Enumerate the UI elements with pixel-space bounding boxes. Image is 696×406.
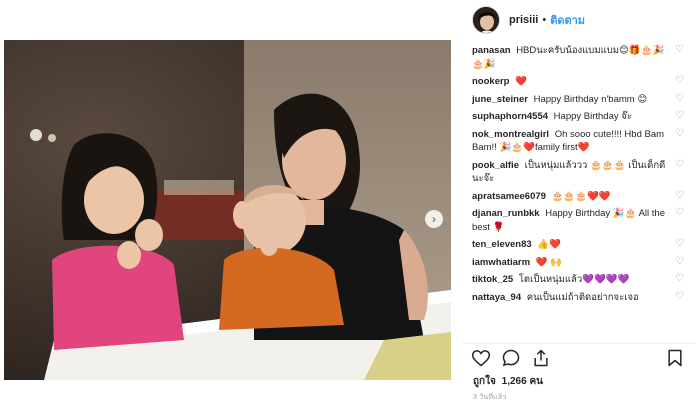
comment-item: nookerp ❤️ ♡	[472, 75, 686, 89]
comment-author[interactable]: apratsamee6079	[472, 191, 546, 202]
small-heart-icon[interactable]: ♡	[675, 93, 684, 104]
comment-item: june_steiner Happy Birthday n'bamm 😊 ♡	[472, 93, 686, 107]
comments-list[interactable]: panasan HBDนะครับน้องแบมแบม😊🎁🎂🎉🎂🎉 ♡ nook…	[472, 44, 686, 340]
comment-text: 👍❤️	[537, 239, 561, 250]
small-heart-icon[interactable]: ♡	[675, 111, 684, 121]
comment-author[interactable]: iamwhatiarm	[472, 257, 530, 268]
divider	[462, 343, 696, 344]
comment-author[interactable]: tiktok_25	[472, 274, 513, 285]
comment-text: โตเป็นหนุ่มแล้ว💜💜💜💜	[518, 274, 630, 285]
share-icon[interactable]	[530, 347, 552, 369]
avatar[interactable]	[472, 6, 500, 34]
comment-author[interactable]: nookerp	[472, 76, 509, 87]
photo-image	[4, 40, 451, 380]
comment-author[interactable]: june_steiner	[472, 94, 528, 105]
post-username[interactable]: prisiii	[509, 14, 538, 26]
small-heart-icon[interactable]: ♡	[675, 190, 684, 201]
comment-author[interactable]: djanan_runbkk	[472, 208, 540, 219]
likes-unit: คน	[529, 376, 543, 387]
comment-author[interactable]: ten_eleven83	[472, 239, 532, 250]
comment-text: Happy Birthday จ๊ะ	[553, 111, 632, 122]
comment-item: djanan_runbkk Happy Birthday 🎉🎂 All the …	[472, 207, 686, 234]
comment-text: ❤️	[515, 76, 527, 87]
small-heart-icon[interactable]: ♡	[675, 256, 684, 267]
header-separator: •	[542, 14, 547, 26]
small-heart-icon[interactable]: ♡	[675, 291, 684, 302]
comment-author[interactable]: panasan	[472, 45, 511, 56]
likes-label: ถูกใจ	[473, 376, 496, 387]
comment-text: 🎂🎂🎂❤️❤️	[551, 190, 611, 202]
comment-item: iamwhatiarm ❤️ 🙌 ♡	[472, 256, 686, 270]
small-heart-icon[interactable]: ♡	[675, 239, 684, 249]
small-heart-icon[interactable]: ♡	[675, 76, 684, 86]
comment-author[interactable]: nattaya_94	[472, 292, 521, 303]
next-photo-button[interactable]: ›	[425, 210, 443, 228]
small-heart-icon[interactable]: ♡	[675, 208, 684, 218]
post-photo[interactable]: ›	[4, 40, 451, 380]
avatar-image	[473, 7, 499, 33]
likes-summary[interactable]: ถูกใจ 1,266 คน	[473, 374, 543, 389]
follow-button[interactable]: ติดตาม	[550, 11, 585, 29]
comment-text: คนเป็นแม่ถ้าติดอย่ากจะเจอ	[526, 291, 639, 303]
comment-item: pook_alfie เป็นหนุ่มแล้ววว 🎂🎂🎂 เป็นเด็กด…	[472, 159, 686, 186]
comment-text: ❤️ 🙌	[535, 256, 563, 268]
speech-bubble-icon[interactable]	[500, 347, 522, 369]
small-heart-icon[interactable]: ♡	[675, 128, 684, 139]
comment-text: Happy Birthday n'bamm 😊	[533, 93, 648, 105]
comment-item: apratsamee6079 🎂🎂🎂❤️❤️ ♡	[472, 190, 686, 204]
post-header: prisiii • ติดตาม	[472, 5, 585, 35]
small-heart-icon[interactable]: ♡	[675, 159, 684, 170]
comment-item: nok_montrealgirl Oh sooo cute!!!! Hbd Ba…	[472, 128, 686, 155]
comment-item: ten_eleven83 👍❤️ ♡	[472, 238, 686, 252]
bookmark-icon[interactable]	[664, 347, 686, 369]
heart-outline-icon[interactable]	[470, 347, 492, 369]
comment-item: panasan HBDนะครับน้องแบมแบม😊🎁🎂🎉🎂🎉 ♡	[472, 44, 686, 71]
post-timestamp: 3 วันที่แล้ว	[473, 394, 507, 401]
comment-author[interactable]: pook_alfie	[472, 160, 519, 171]
likes-count: 1,266	[501, 376, 527, 387]
comment-item: suphaphorn4554 Happy Birthday จ๊ะ ♡	[472, 110, 686, 124]
comment-author[interactable]: suphaphorn4554	[472, 111, 548, 122]
small-heart-icon[interactable]: ♡	[675, 274, 684, 284]
action-bar	[470, 347, 686, 369]
comment-item: nattaya_94 คนเป็นแม่ถ้าติดอย่ากจะเจอ ♡	[472, 291, 686, 305]
small-heart-icon[interactable]: ♡	[675, 45, 684, 55]
comment-author[interactable]: nok_montrealgirl	[472, 129, 549, 140]
post-sidebar: prisiii • ติดตาม panasan HBDนะครับน้องแบ…	[462, 0, 696, 406]
comment-item: tiktok_25 โตเป็นหนุ่มแล้ว💜💜💜💜 ♡	[472, 273, 686, 287]
